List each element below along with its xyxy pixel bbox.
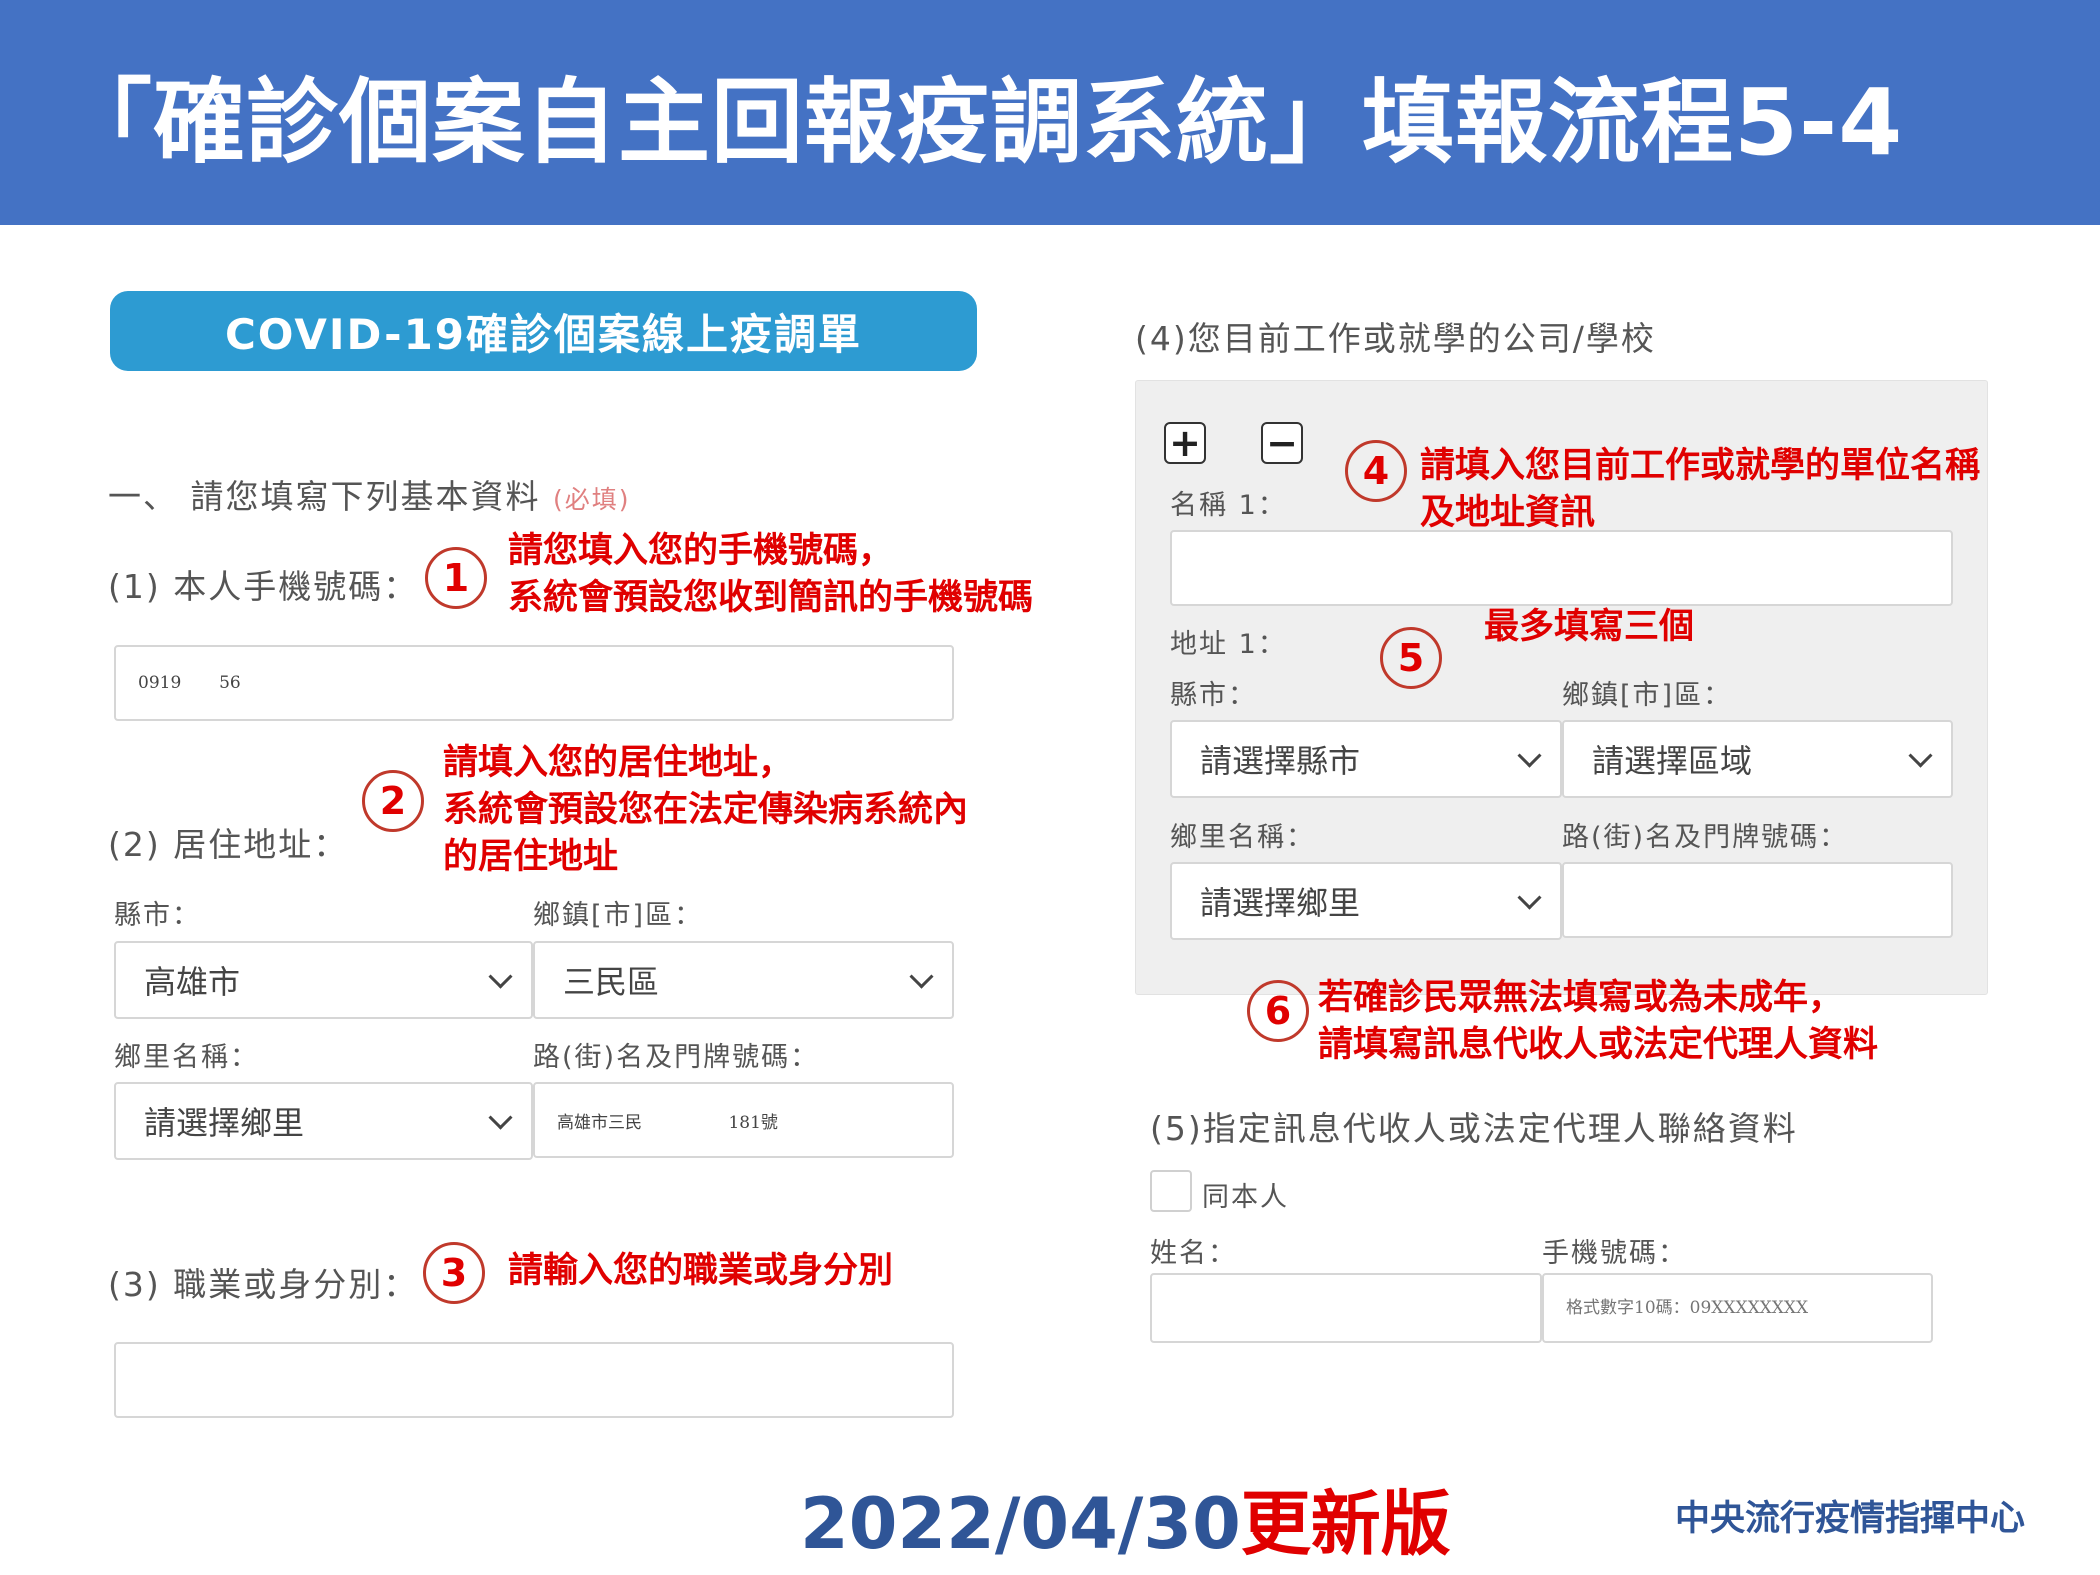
chevron-down-icon <box>488 964 513 989</box>
workplace-village-select[interactable]: 請選擇鄉里 <box>1170 862 1562 940</box>
annotation-1-line-2: 系統會預設您收到簡訊的手機號碼 <box>508 578 1034 618</box>
annotation-3-text: 請輸入您的職業或身分別 <box>508 1251 894 1291</box>
workplace-name-input[interactable] <box>1170 530 1953 606</box>
remove-workplace-button[interactable]: − <box>1261 422 1303 464</box>
contact-phone-input[interactable] <box>1542 1273 1933 1343</box>
footer-date-value: 2022/04/30 <box>800 1483 1241 1565</box>
workplace-road-input[interactable] <box>1562 862 1953 938</box>
phone-label: (1) 本人手機號碼： <box>108 567 419 606</box>
chevron-down-icon <box>909 964 934 989</box>
occupation-input[interactable] <box>114 1342 954 1418</box>
address-village-select[interactable]: 請選擇鄉里 <box>114 1082 533 1160</box>
annotation-6-badge: 6 <box>1247 980 1309 1042</box>
annotation-3-badge: 3 <box>423 1242 485 1304</box>
footer-org: 中央流行疫情指揮中心 <box>1675 1499 2026 1539</box>
annotation-6-line-2: 請填寫訊息代收人或法定代理人資料 <box>1318 1025 1879 1065</box>
workplace-label: (4)您目前工作或就學的公司/學校 <box>1135 319 1656 358</box>
required-tag: (必填) <box>553 485 631 514</box>
address-district-value: 三民區 <box>563 963 660 1001</box>
workplace-village-label: 鄉里名稱： <box>1170 822 1315 853</box>
occupation-label: (3) 職業或身分別： <box>108 1265 419 1304</box>
annotation-4-text: 請填入您目前工作或就學的單位名稱 及地址資訊 <box>1420 443 1980 537</box>
address-county-label: 縣市： <box>114 900 201 931</box>
workplace-county-select[interactable]: 請選擇縣市 <box>1170 720 1562 798</box>
chevron-down-icon <box>488 1105 513 1130</box>
annotation-5-badge: 5 <box>1380 627 1442 689</box>
chevron-down-icon <box>1517 743 1542 768</box>
same-as-self-label: 同本人 <box>1202 1182 1289 1213</box>
annotation-1-line-1: 請您填入您的手機號碼， <box>508 531 894 571</box>
workplace-county-label: 縣市： <box>1170 680 1257 711</box>
annotation-4-badge: 4 <box>1345 440 1407 502</box>
annotation-6-line-1: 若確診民眾無法填寫或為未成年， <box>1318 978 1844 1018</box>
same-as-self-checkbox[interactable] <box>1150 1170 1192 1212</box>
workplace-road-label: 路(街)名及門牌號碼： <box>1562 822 1849 853</box>
annotation-6-text: 若確診民眾無法填寫或為未成年， 請填寫訊息代收人或法定代理人資料 <box>1318 975 1878 1069</box>
workplace-district-label: 鄉鎮[市]區： <box>1562 680 1733 711</box>
contact-name-label: 姓名： <box>1150 1238 1237 1269</box>
page-title: 「確診個案自主回報疫調系統」填報流程5-4 <box>60 69 1904 176</box>
workplace-name-label: 名稱 1： <box>1170 490 1287 521</box>
address-county-value: 高雄市 <box>144 963 241 1001</box>
address-road-input[interactable] <box>533 1082 954 1158</box>
footer-date-suffix: 更新版 <box>1240 1483 1451 1565</box>
contact-name-input[interactable] <box>1150 1273 1542 1343</box>
phone-input[interactable] <box>114 645 954 721</box>
chevron-down-icon <box>1517 885 1542 910</box>
workplace-county-value: 請選擇縣市 <box>1200 742 1361 780</box>
add-workplace-button[interactable]: + <box>1164 422 1206 464</box>
annotation-1-badge: 1 <box>425 547 487 609</box>
address-county-select[interactable]: 高雄市 <box>114 941 533 1019</box>
annotation-2-badge: 2 <box>362 770 424 832</box>
chevron-down-icon <box>1908 743 1933 768</box>
contact-section-label: (5)指定訊息代收人或法定代理人聯絡資料 <box>1150 1109 1798 1148</box>
address-village-value: 請選擇鄉里 <box>144 1104 305 1142</box>
annotation-2-line-1: 請填入您的居住地址， <box>443 743 794 783</box>
address-village-label: 鄉里名稱： <box>114 1042 259 1073</box>
section-title-text: 一、 請您填寫下列基本資料 <box>108 477 541 516</box>
contact-phone-label: 手機號碼： <box>1542 1238 1687 1269</box>
workplace-address-label: 地址 1： <box>1170 629 1287 660</box>
annotation-2-line-3: 的居住地址 <box>443 837 619 877</box>
address-label: (2) 居住地址： <box>108 825 349 864</box>
annotation-2-text: 請填入您的居住地址， 系統會預設您在法定傳染病系統內 的居住地址 <box>443 740 968 881</box>
workplace-district-select[interactable]: 請選擇區域 <box>1562 720 1953 798</box>
annotation-4-line-1: 請填入您目前工作或就學的單位名稱 <box>1420 446 1981 486</box>
form-banner: COVID-19確診個案線上疫調單 <box>110 291 977 371</box>
annotation-2-line-2: 系統會預設您在法定傳染病系統內 <box>443 790 969 830</box>
workplace-village-value: 請選擇鄉里 <box>1200 884 1361 922</box>
address-district-select[interactable]: 三民區 <box>533 941 954 1019</box>
address-district-label: 鄉鎮[市]區： <box>533 900 704 931</box>
footer-date: 2022/04/30更新版 <box>800 1468 1451 1569</box>
workplace-district-value: 請選擇區域 <box>1592 742 1753 780</box>
section-title: 一、 請您填寫下列基本資料 (必填) <box>108 470 631 518</box>
address-road-label: 路(街)名及門牌號碼： <box>533 1042 820 1073</box>
annotation-5-text: 最多填寫三個 <box>1484 607 1695 647</box>
annotation-1-text: 請您填入您的手機號碼， 系統會預設您收到簡訊的手機號碼 <box>508 528 1033 622</box>
